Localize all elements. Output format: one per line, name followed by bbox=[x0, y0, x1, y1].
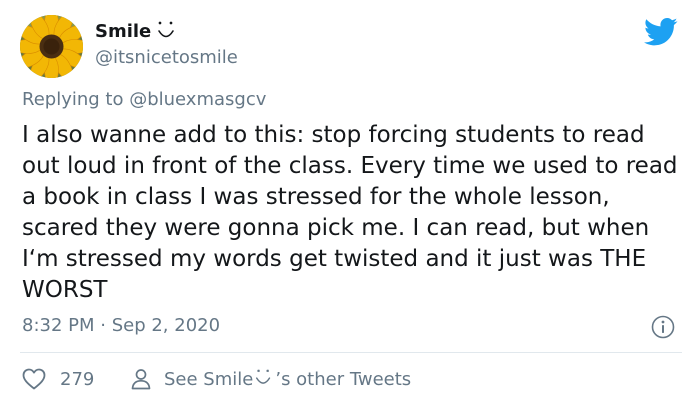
tweet-card: Smile @itsnicetosmile Replying to @bluex… bbox=[0, 0, 700, 406]
reply-to-link[interactable]: @bluexmasgcv bbox=[129, 89, 266, 110]
see-other-tweets-link[interactable]: See Smile ’s other Tweets bbox=[130, 366, 411, 392]
reply-context: Replying to @bluexmasgcv bbox=[22, 89, 266, 110]
info-icon[interactable] bbox=[651, 315, 675, 339]
sunflower-avatar-image bbox=[20, 15, 83, 78]
like-action[interactable]: 279 bbox=[22, 366, 94, 392]
reply-prefix: Replying to bbox=[22, 89, 124, 110]
see-more-prefix: See Smile bbox=[164, 368, 254, 390]
avatar[interactable] bbox=[20, 15, 83, 78]
heart-icon bbox=[22, 368, 46, 390]
twitter-bird-icon[interactable] bbox=[644, 17, 678, 47]
like-count: 279 bbox=[60, 368, 95, 390]
tweet-body: I also wanne add to this: stop forcing s… bbox=[22, 122, 678, 303]
smiling-face-emoji-icon bbox=[158, 21, 174, 38]
tweet-timestamp[interactable]: 8:32 PM · Sep 2, 2020 bbox=[22, 315, 220, 336]
user-handle[interactable]: @itsnicetosmile bbox=[95, 47, 238, 68]
see-more-suffix: ’s other Tweets bbox=[275, 368, 412, 390]
divider bbox=[20, 352, 682, 353]
person-icon bbox=[131, 369, 151, 390]
display-name[interactable]: Smile bbox=[95, 21, 151, 42]
smiling-face-emoji-icon bbox=[256, 369, 271, 384]
